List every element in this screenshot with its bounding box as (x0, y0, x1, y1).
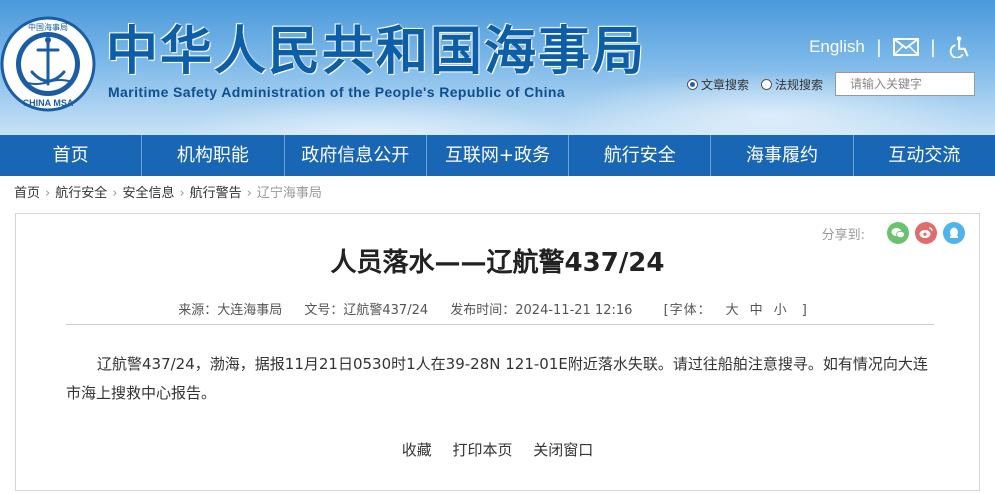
mail-icon[interactable] (892, 36, 919, 58)
font-size-label: [字体： (663, 303, 712, 318)
accessibility-icon[interactable] (947, 36, 973, 58)
print-button[interactable]: 打印本页 (452, 441, 512, 459)
logo-text-top: 中国海事局 (28, 22, 68, 32)
meta-publish-time: 发布时间：2024-11-21 12:16 (450, 303, 633, 318)
breadcrumb-arrow: › (112, 186, 118, 201)
close-window-button[interactable]: 关闭窗口 (533, 441, 593, 459)
header-toolbar: English | | (809, 36, 973, 58)
font-size-close: ] (801, 303, 808, 318)
radio-regulation-search[interactable]: 法规搜索 (760, 76, 823, 93)
favorite-button[interactable]: 收藏 (402, 441, 432, 459)
meta-source: 来源：大连海事局 (178, 303, 283, 318)
breadcrumb-current[interactable]: 辽宁海事局 (257, 186, 322, 201)
article-meta: 来源：大连海事局 文号：辽航警437/24 发布时间：2024-11-21 12… (16, 299, 979, 318)
article-title: 人员落水——辽航警437/24 (330, 248, 665, 278)
breadcrumb-item[interactable]: 航行警告 (190, 186, 242, 201)
breadcrumb-arrow: › (179, 186, 185, 201)
article-body: 辽航警437/24，渤海，据报11月21日0530时1人在39-28N 121-… (66, 355, 928, 402)
main-nav: 首页 机构职能 政府信息公开 互联网+政务 航行安全 海事履约 互动交流 (0, 135, 995, 176)
search-bar: 文章搜索 法规搜索 请输入关键字 (686, 72, 975, 96)
share-bar: 分享到: (822, 222, 965, 244)
breadcrumb-item[interactable]: 航行安全 (55, 186, 107, 201)
header-cloud (180, 95, 560, 135)
site-title-cn: 中华人民共和国海事局 (106, 22, 647, 82)
nav-item-internet-gov[interactable]: 互联网+政务 (427, 135, 570, 176)
font-size-control: [字体： 大中小] (655, 303, 817, 318)
separator: | (875, 36, 882, 58)
logo-text-bottom: CHINA MSA (23, 98, 74, 108)
search-input[interactable]: 请输入关键字 (835, 72, 975, 96)
radio-dot (760, 78, 772, 90)
msa-logo[interactable]: 中国海事局 CHINA MSA (0, 16, 96, 112)
font-size-small[interactable]: 小 (774, 303, 788, 318)
radio-label: 法规搜索 (774, 77, 823, 92)
breadcrumb-item[interactable]: 首页 (14, 186, 40, 201)
article-panel: 分享到: 人员落水——辽航警437/24 来源：大连海事局 文号：辽航警437/… (15, 213, 980, 491)
weibo-icon[interactable] (915, 222, 937, 244)
radio-article-search[interactable]: 文章搜索 (686, 76, 749, 93)
meta-doc-number: 文号：辽航警437/24 (304, 303, 429, 318)
wechat-icon[interactable] (887, 222, 909, 244)
divider (66, 324, 934, 325)
site-header: 中国海事局 CHINA MSA 中华人民共和国海事局 Maritime Safe… (0, 0, 995, 135)
font-size-large[interactable]: 大 (726, 303, 740, 318)
breadcrumb-arrow: › (246, 186, 252, 201)
breadcrumb-item[interactable]: 安全信息 (122, 186, 174, 201)
qq-icon[interactable] (943, 222, 965, 244)
english-link[interactable]: English (809, 37, 865, 57)
nav-item-gov-info[interactable]: 政府信息公开 (285, 135, 427, 176)
breadcrumb-arrow: › (45, 186, 51, 201)
radio-dot-selected (686, 78, 698, 90)
radio-label: 文章搜索 (700, 77, 749, 92)
share-label: 分享到: (821, 227, 865, 243)
article-actions: 收藏 打印本页 关闭窗口 (16, 439, 979, 460)
font-size-medium[interactable]: 中 (750, 303, 764, 318)
nav-item-functions[interactable]: 机构职能 (142, 135, 285, 176)
nav-item-compliance[interactable]: 海事履约 (711, 135, 854, 176)
site-title-en: Maritime Safety Administration of the Pe… (108, 84, 566, 100)
nav-item-home[interactable]: 首页 (0, 135, 143, 176)
nav-item-interaction[interactable]: 互动交流 (854, 135, 995, 176)
separator: | (929, 36, 936, 58)
nav-item-navigation-safety[interactable]: 航行安全 (569, 135, 712, 176)
breadcrumb: 首页 › 航行安全 › 安全信息 › 航行警告 › 辽宁海事局 (0, 176, 995, 212)
